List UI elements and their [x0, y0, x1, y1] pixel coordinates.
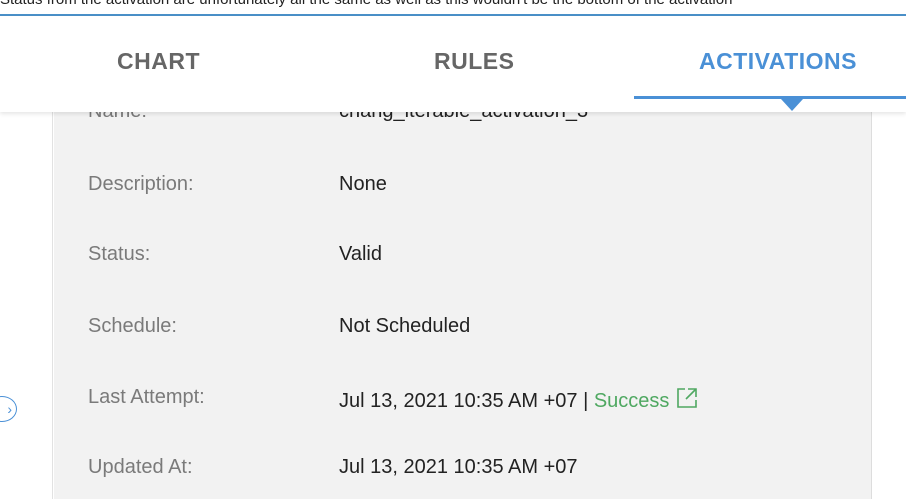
active-tab-indicator [634, 96, 906, 99]
detail-row-status: Status: Valid [54, 243, 871, 273]
detail-row-last-attempt: Last Attempt: Jul 13, 2021 10:35 AM +07 … [54, 386, 871, 416]
tab-rules[interactable]: RULES [434, 48, 514, 75]
tab-activations[interactable]: ACTIVATIONS [699, 48, 857, 75]
timeline-node-icon[interactable]: › [0, 396, 17, 422]
schedule-value: Not Scheduled [339, 315, 471, 337]
updated-at-value: Jul 13, 2021 10:35 AM +07 [339, 456, 578, 478]
last-attempt-time: Jul 13, 2021 10:35 AM +07 [339, 390, 578, 412]
tab-chart[interactable]: CHART [117, 48, 200, 75]
updated-at-label: Updated At: [88, 456, 193, 478]
detail-row-description: Description: None [54, 173, 871, 203]
detail-row-updated-at: Updated At: Jul 13, 2021 10:35 AM +07 [54, 456, 871, 486]
caption-text: Status from the activation are unfortuna… [0, 0, 732, 8]
last-attempt-result-link[interactable]: Success [594, 390, 670, 412]
activation-details-view: Status from the activation are unfortuna… [0, 0, 906, 499]
description-value: None [339, 173, 387, 195]
last-attempt-value: Jul 13, 2021 10:35 AM +07 | Success [339, 386, 699, 416]
timeline-rail [52, 112, 53, 499]
description-label: Description: [88, 173, 194, 195]
last-attempt-separator: | [583, 390, 589, 412]
schedule-label: Schedule: [88, 315, 177, 337]
status-value: Valid [339, 243, 382, 265]
activation-details-panel: Name: chang_iterable_activation_3 Descri… [54, 100, 872, 499]
caret-down-icon [781, 99, 803, 111]
detail-row-schedule: Schedule: Not Scheduled [54, 315, 871, 345]
status-label: Status: [88, 243, 151, 265]
last-attempt-label: Last Attempt: [88, 386, 205, 408]
external-link-icon[interactable] [675, 386, 699, 416]
cut-off-caption: Status from the activation are unfortuna… [0, 0, 906, 14]
